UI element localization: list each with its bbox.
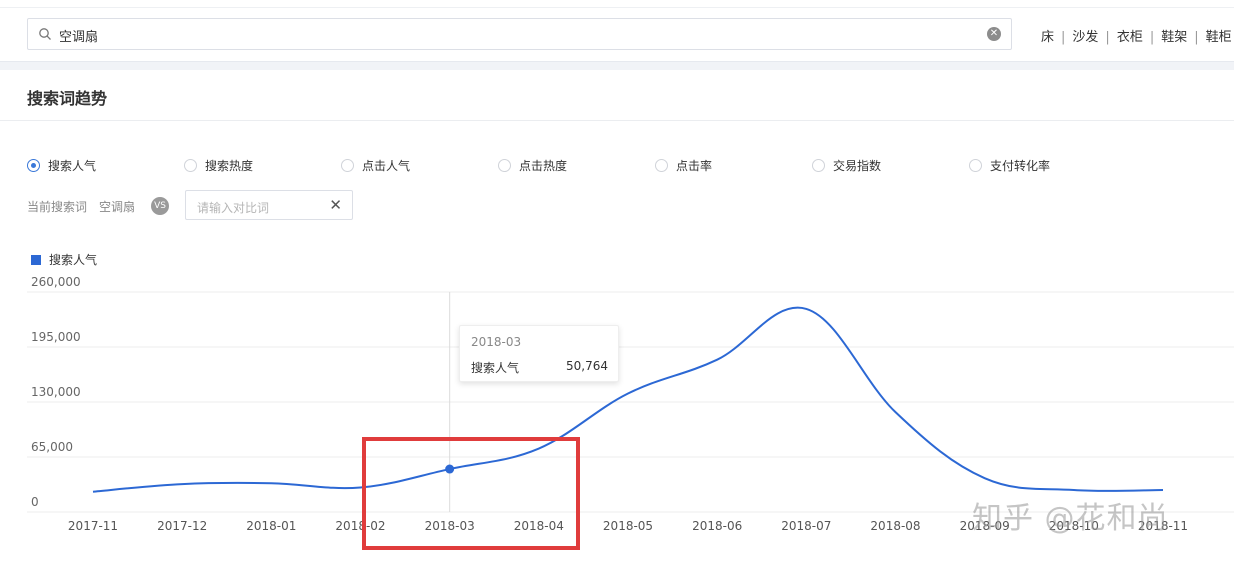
tooltip-series-name: 搜索人气 (471, 361, 520, 375)
series-line (92, 306, 1164, 493)
tooltip-title: 2018-03 (471, 335, 522, 349)
x-tick-label: 2018-01 (246, 519, 296, 533)
x-tick-label: 2018-08 (870, 519, 920, 533)
x-tick-label: 2017-11 (68, 519, 118, 533)
x-tick-label: 2018-07 (781, 519, 831, 533)
trend-chart: 260,000 195,000 130,000 65,000 0 2017-11 2017-… (27, 275, 1234, 533)
highlight-box (362, 437, 580, 550)
y-tick-label: 65,000 (31, 440, 73, 454)
tooltip-value: 50,764 (566, 359, 608, 373)
x-tick-label: 2017-12 (157, 519, 207, 533)
x-tick-label: 2018-05 (603, 519, 653, 533)
y-tick-label: 260,000 (31, 275, 81, 289)
x-tick-label: 2018-06 (692, 519, 742, 533)
y-tick-label: 130,000 (31, 385, 81, 399)
y-tick-label: 0 (31, 495, 39, 509)
watermark: 知乎 @花和尚 (972, 501, 1169, 536)
chart-tooltip: 2018-03 搜索人气 50,764 (459, 325, 619, 382)
y-tick-label: 195,000 (31, 330, 81, 344)
